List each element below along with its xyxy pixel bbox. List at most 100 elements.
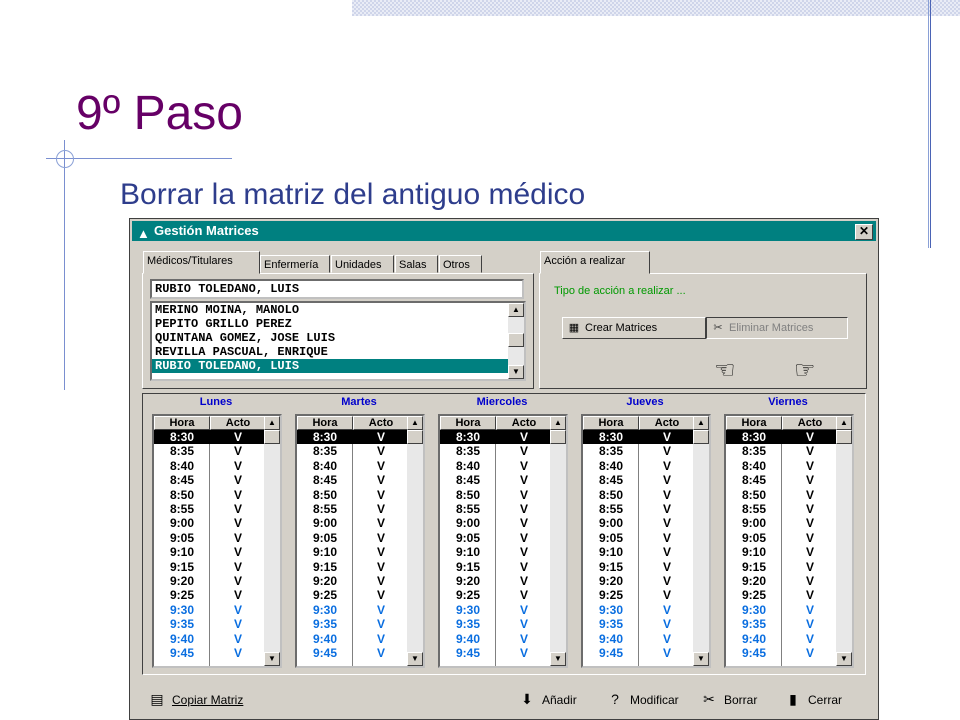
table-row[interactable]: 8:55 V	[440, 502, 552, 516]
column-header-acto[interactable]: Acto	[210, 416, 266, 430]
table-row[interactable]: 9:10 V	[440, 545, 552, 559]
scroll-up-icon[interactable]: ▲	[836, 416, 852, 430]
table-row[interactable]: 8:35 V	[297, 444, 409, 458]
table-row[interactable]: 9:40 V	[583, 632, 695, 646]
table-row[interactable]: 8:40 V	[154, 459, 266, 473]
column-header-hora[interactable]: Hora	[583, 416, 639, 430]
table-row[interactable]: 8:50 V	[726, 488, 838, 502]
list-item[interactable]: REVILLA PASCUAL, ENRIQUE	[152, 345, 524, 359]
table-row[interactable]: 8:30 V	[726, 430, 838, 444]
schedule-table[interactable]: Hora Acto 8:30 V 8:35 V 8:40 V 8:45 V 8:50 V 8:55 V 9:…	[295, 414, 425, 668]
table-row[interactable]: 9:25 V	[440, 588, 552, 602]
scroll-thumb[interactable]	[508, 333, 524, 347]
table-row[interactable]: 8:35 V	[154, 444, 266, 458]
schedule-table[interactable]: Hora Acto 8:30 V 8:35 V 8:40 V 8:45 V 8:50 V 8:55 V 9:…	[581, 414, 711, 668]
table-row[interactable]: 8:40 V	[583, 459, 695, 473]
table-row[interactable]: 9:15 V	[297, 560, 409, 574]
table-row[interactable]: 8:45 V	[726, 473, 838, 487]
table-row[interactable]: 8:55 V	[583, 502, 695, 516]
table-row[interactable]: 9:30 V	[440, 603, 552, 617]
column-header-hora[interactable]: Hora	[297, 416, 353, 430]
column-header-acto[interactable]: Acto	[782, 416, 838, 430]
table-row[interactable]: 8:30 V	[440, 430, 552, 444]
table-row[interactable]: 9:05 V	[583, 531, 695, 545]
table-row[interactable]: 9:25 V	[154, 588, 266, 602]
scroll-thumb[interactable]	[836, 430, 852, 444]
table-row[interactable]: 9:15 V	[154, 560, 266, 574]
column-header-hora[interactable]: Hora	[726, 416, 782, 430]
delete-matrices-button[interactable]: ✂ Eliminar Matrices	[706, 317, 848, 339]
table-row[interactable]: 9:05 V	[726, 531, 838, 545]
table-row[interactable]: 9:20 V	[726, 574, 838, 588]
table-row[interactable]: 9:45 V	[297, 646, 409, 660]
scroll-down-icon[interactable]: ▼	[550, 652, 566, 666]
table-row[interactable]: 9:45 V	[440, 646, 552, 660]
scroll-up-icon[interactable]: ▲	[264, 416, 280, 430]
table-row[interactable]: 9:15 V	[440, 560, 552, 574]
table-row[interactable]: 9:30 V	[154, 603, 266, 617]
table-row[interactable]: 9:30 V	[297, 603, 409, 617]
table-row[interactable]: 9:30 V	[726, 603, 838, 617]
close-window-button[interactable]: ▮ Cerrar	[784, 684, 842, 715]
scroll-up-icon[interactable]: ▲	[407, 416, 423, 430]
table-row[interactable]: 9:05 V	[297, 531, 409, 545]
scroll-up-icon[interactable]: ▲	[693, 416, 709, 430]
table-row[interactable]: 8:35 V	[726, 444, 838, 458]
list-scrollbar[interactable]: ▲ ▼	[508, 303, 524, 379]
column-header-hora[interactable]: Hora	[154, 416, 210, 430]
doctor-list[interactable]: MERINO MOINA, MANOLO PEPITO GRILLO PEREZ…	[150, 301, 526, 381]
scroll-down-icon[interactable]: ▼	[693, 652, 709, 666]
tab-unidades[interactable]: Unidades	[331, 255, 394, 273]
table-row[interactable]: 9:20 V	[297, 574, 409, 588]
schedule-table[interactable]: Hora Acto 8:30 V 8:35 V 8:40 V 8:45 V 8:50 V 8:55 V 9:…	[152, 414, 282, 668]
schedule-table[interactable]: Hora Acto 8:30 V 8:35 V 8:40 V 8:45 V 8:50 V 8:55 V 9:…	[438, 414, 568, 668]
hand-left-icon[interactable]: ☜	[714, 359, 736, 383]
table-row[interactable]: 9:40 V	[440, 632, 552, 646]
table-row[interactable]: 9:30 V	[583, 603, 695, 617]
table-row[interactable]: 8:45 V	[583, 473, 695, 487]
table-row[interactable]: 9:15 V	[583, 560, 695, 574]
table-row[interactable]: 9:25 V	[726, 588, 838, 602]
table-row[interactable]: 9:40 V	[154, 632, 266, 646]
table-row[interactable]: 9:25 V	[297, 588, 409, 602]
add-button[interactable]: ⬇ Añadir	[518, 684, 577, 715]
tab-medicos[interactable]: Médicos/Titulares	[143, 251, 260, 274]
scroll-thumb[interactable]	[407, 430, 423, 444]
scroll-thumb[interactable]	[693, 430, 709, 444]
table-row[interactable]: 8:30 V	[154, 430, 266, 444]
table-row[interactable]: 8:40 V	[297, 459, 409, 473]
scroll-up-icon[interactable]: ▲	[508, 303, 524, 317]
table-row[interactable]: 9:35 V	[154, 617, 266, 631]
column-header-acto[interactable]: Acto	[496, 416, 552, 430]
list-item[interactable]: MERINO MOINA, MANOLO	[152, 303, 524, 317]
table-scrollbar[interactable]: ▲ ▼	[693, 416, 709, 666]
table-row[interactable]: 9:20 V	[154, 574, 266, 588]
table-row[interactable]: 9:35 V	[583, 617, 695, 631]
table-row[interactable]: 9:00 V	[440, 516, 552, 530]
table-row[interactable]: 9:20 V	[583, 574, 695, 588]
schedule-table[interactable]: Hora Acto 8:30 V 8:35 V 8:40 V 8:45 V 8:50 V 8:55 V 9:…	[724, 414, 854, 668]
tab-salas[interactable]: Salas	[395, 255, 438, 273]
table-row[interactable]: 9:45 V	[726, 646, 838, 660]
table-row[interactable]: 8:45 V	[440, 473, 552, 487]
table-row[interactable]: 8:50 V	[154, 488, 266, 502]
column-header-hora[interactable]: Hora	[440, 416, 496, 430]
table-row[interactable]: 9:45 V	[154, 646, 266, 660]
scroll-down-icon[interactable]: ▼	[836, 652, 852, 666]
scroll-up-icon[interactable]: ▲	[550, 416, 566, 430]
table-row[interactable]: 9:15 V	[726, 560, 838, 574]
table-row[interactable]: 8:30 V	[297, 430, 409, 444]
table-row[interactable]: 9:40 V	[726, 632, 838, 646]
table-row[interactable]: 8:40 V	[440, 459, 552, 473]
table-row[interactable]: 8:45 V	[154, 473, 266, 487]
table-row[interactable]: 9:10 V	[726, 545, 838, 559]
table-row[interactable]: 9:00 V	[583, 516, 695, 530]
table-row[interactable]: 9:00 V	[726, 516, 838, 530]
table-row[interactable]: 9:00 V	[297, 516, 409, 530]
table-row[interactable]: 9:40 V	[297, 632, 409, 646]
table-row[interactable]: 8:55 V	[726, 502, 838, 516]
hand-right-icon[interactable]: ☞	[794, 359, 816, 383]
tab-accion[interactable]: Acción a realizar	[540, 251, 650, 274]
table-scrollbar[interactable]: ▲ ▼	[836, 416, 852, 666]
modify-button[interactable]: ? Modificar	[606, 684, 679, 715]
